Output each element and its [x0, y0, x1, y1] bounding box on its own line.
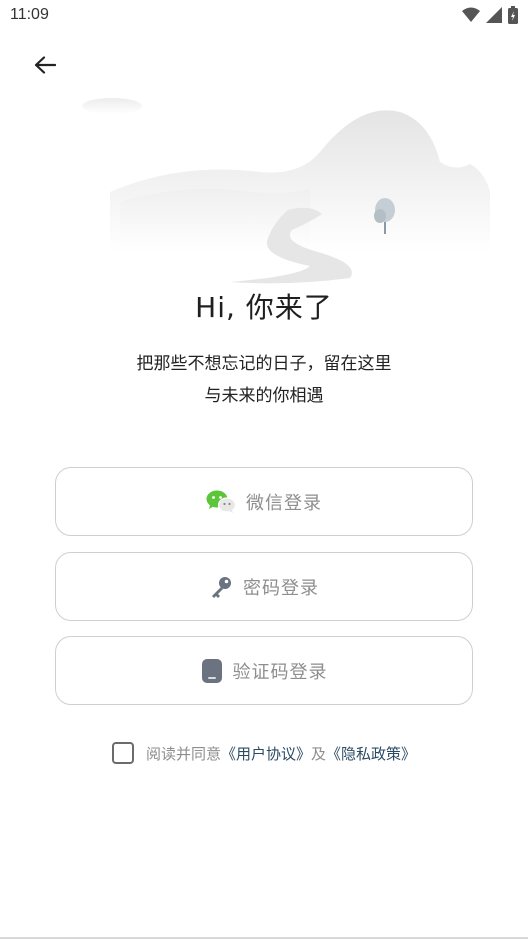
- status-icons: [462, 6, 518, 24]
- password-login-label: 密码登录: [243, 577, 319, 599]
- status-bar: 11:09: [0, 0, 528, 32]
- tagline-line-1: 把那些不想忘记的日子，留在这里: [136, 354, 392, 374]
- agreement-conjunction: 及: [311, 744, 327, 763]
- wechat-icon: [206, 490, 236, 514]
- agreement-row: 阅读并同意 《用户协议》 及 《隐私政策》: [0, 742, 528, 764]
- arrow-left-icon: [34, 56, 56, 74]
- login-screen: 11:09 Hi, 你来了 把那些不想忘记的日子，留在这里 与未来的你相遇 微信…: [0, 0, 528, 939]
- hero-illustration: [60, 92, 500, 288]
- agreement-prefix: 阅读并同意: [145, 744, 221, 763]
- back-button[interactable]: [28, 48, 62, 82]
- status-time: 11:09: [10, 6, 49, 23]
- signal-icon: [486, 7, 502, 23]
- tagline: 把那些不想忘记的日子，留在这里 与未来的你相遇: [0, 348, 528, 412]
- tagline-line-2: 与未来的你相遇: [204, 386, 324, 406]
- wechat-login-label: 微信登录: [246, 492, 322, 514]
- key-icon: [209, 575, 233, 599]
- password-login-button[interactable]: 密码登录: [55, 552, 473, 621]
- wechat-login-button[interactable]: 微信登录: [55, 467, 473, 536]
- battery-charging-icon: [508, 6, 518, 24]
- wifi-icon: [462, 7, 480, 23]
- sms-code-login-label: 验证码登录: [232, 661, 328, 683]
- greeting-title: Hi, 你来了: [195, 291, 333, 324]
- user-agreement-link[interactable]: 《用户协议》: [221, 743, 311, 764]
- sms-code-login-button[interactable]: 验证码登录: [55, 636, 473, 705]
- agreement-checkbox[interactable]: [111, 742, 134, 764]
- privacy-policy-link[interactable]: 《隐私政策》: [326, 743, 416, 764]
- phone-icon: [201, 658, 223, 684]
